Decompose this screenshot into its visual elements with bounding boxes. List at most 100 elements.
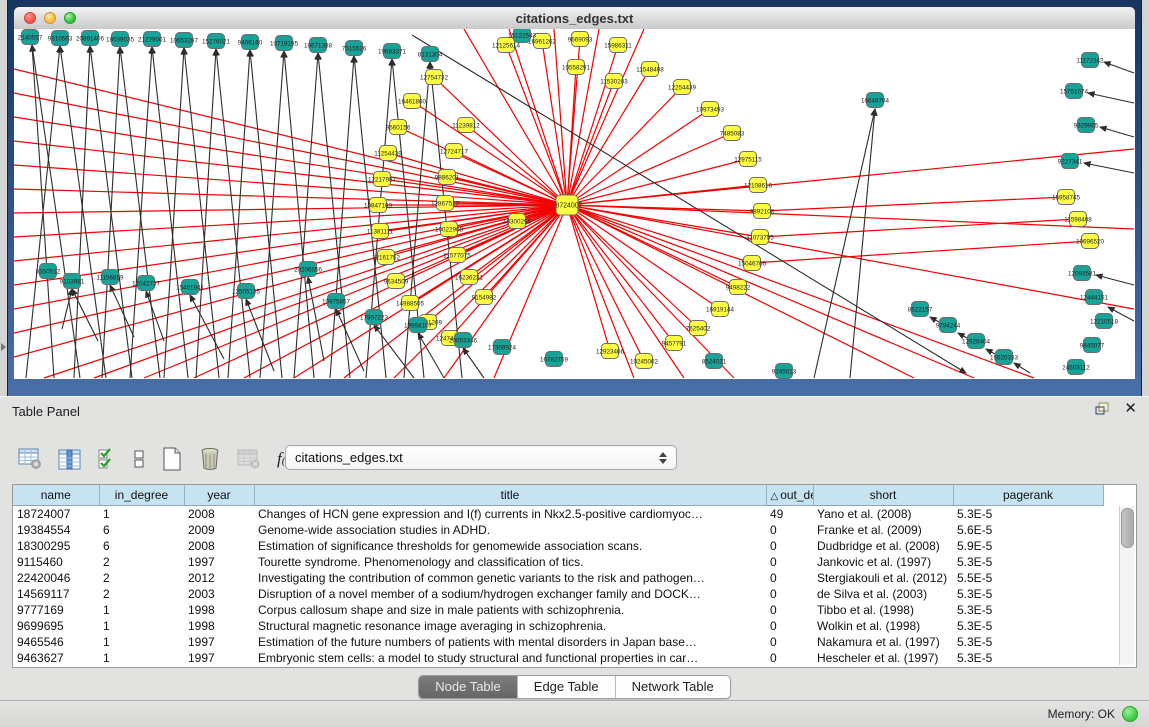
network-window-titlebar[interactable]: citations_edges.txt (14, 7, 1135, 30)
graph-node-label: 7485083 (720, 130, 745, 137)
close-panel-icon[interactable]: ✕ (1124, 402, 1137, 416)
graph-node-label: 16919144 (706, 306, 735, 313)
table-cell: 1 (99, 506, 184, 523)
column-header-name[interactable]: name (13, 485, 99, 506)
graph-node-label: 15958745 (1052, 194, 1081, 201)
graph-node-label: 12928404 (962, 338, 991, 345)
graph-node-label: 15046766 (738, 260, 767, 267)
column-header-short[interactable]: short (813, 485, 953, 506)
table-header-row[interactable]: namein_degreeyeartitle△out_de…shortpager… (13, 485, 1103, 506)
table-row[interactable]: 1456911722003Disruption of a novel membe… (13, 586, 1103, 602)
table-row[interactable]: 969969511998Structural magnetic resonanc… (13, 618, 1103, 634)
network-graph[interactable]: 1872400718300295127547321646186095601561… (14, 29, 1135, 379)
table-cell: 19384554 (13, 522, 99, 538)
table-toolbar: f(x) (18, 441, 294, 477)
column-header-in_degree[interactable]: in_degree (99, 485, 184, 506)
table-panel-title: Table Panel (12, 404, 80, 419)
table-cell: 5.5E-5 (953, 570, 1103, 586)
graph-node-label: 10847183 (364, 202, 393, 209)
tab-network-table[interactable]: Network Table (616, 676, 730, 698)
table-cell: Genome-wide association studies in ADHD. (254, 522, 766, 538)
graph-node-label: 19683371 (378, 48, 407, 55)
graph-node-label: 16648784 (861, 97, 890, 104)
row-height-icon[interactable] (133, 448, 145, 470)
table-cell: 1998 (184, 618, 254, 634)
table-cell: 2008 (184, 506, 254, 523)
graph-node-label: 11254439 (374, 150, 402, 157)
table-cell: 22420046 (13, 570, 99, 586)
node-table[interactable]: namein_degreeyeartitle△out_de…shortpager… (12, 484, 1137, 668)
table-row[interactable]: 946554611997Estimation of the future num… (13, 634, 1103, 650)
citation-edge-red (567, 205, 684, 378)
citation-edge-red (554, 29, 567, 205)
graph-node-label: 9310563 (48, 35, 73, 42)
table-row[interactable]: 2242004622012Investigating the contribut… (13, 570, 1103, 586)
table-cell: 1 (99, 650, 184, 666)
graph-node-label: 10245002 (630, 358, 659, 365)
table-row[interactable]: 1872400712008Changes of HCN gene express… (13, 506, 1103, 523)
delete-column-icon[interactable] (199, 447, 221, 471)
network-canvas[interactable]: 1872400718300295127547321646186095601561… (14, 29, 1135, 379)
graph-node-label: 15986311 (604, 42, 632, 49)
table-cell: 0 (766, 570, 813, 586)
citation-edge-red (14, 205, 567, 213)
network-window: citations_edges.txt 18724007183002951275… (8, 0, 1141, 396)
show-column-icon[interactable] (58, 449, 81, 470)
citation-edge-black (250, 50, 282, 378)
graph-node-label: 9892108 (750, 208, 775, 215)
citation-edge-black (1104, 62, 1134, 73)
table-cell: Estimation of significance thresholds fo… (254, 538, 766, 554)
graph-node-label: 12923466 (596, 348, 625, 355)
table-scrollbar-thumb[interactable] (1121, 508, 1134, 548)
table-row[interactable]: 977716911998Corpus callosum shape and si… (13, 602, 1103, 618)
memory-status-icon[interactable] (1122, 706, 1138, 722)
table-row[interactable]: 946362711997Embryonic stem cells: a mode… (13, 650, 1103, 666)
table-row[interactable]: 1830029562008Estimation of significance … (13, 538, 1103, 554)
panel-collapse-arrow-icon[interactable] (1, 343, 6, 351)
graph-node-label: 10719195 (270, 40, 299, 47)
close-window-icon[interactable] (24, 12, 36, 24)
graph-node-label: 9845077 (1080, 342, 1105, 349)
citation-edge-red (567, 205, 974, 378)
graph-node-label: 12217987 (368, 176, 397, 183)
table-cell: Disruption of a novel member of a sodium… (254, 586, 766, 602)
graph-node-label: 9227341 (1058, 158, 1083, 165)
table-cell: Tourette syndrome. Phenomenology and cla… (254, 554, 766, 570)
graph-node-label: 16520333 (990, 354, 1019, 361)
column-header-out_de[interactable]: △out_de… (766, 485, 813, 506)
citation-edge-red (14, 205, 567, 285)
new-column-icon[interactable] (161, 447, 183, 471)
graph-node-label: 20053346 (449, 337, 478, 344)
citation-edge-black (260, 51, 284, 378)
tab-node-table[interactable]: Node Table (419, 676, 518, 698)
column-header-year[interactable]: year (184, 485, 254, 506)
table-cell: 1997 (184, 554, 254, 570)
table-cell: 2 (99, 586, 184, 602)
table-cell: 1997 (184, 634, 254, 650)
citation-edge-red (752, 241, 1090, 263)
citation-edge-red (760, 219, 1078, 237)
tab-edge-table[interactable]: Edge Table (518, 676, 616, 698)
graph-node-label: 10558291 (562, 64, 591, 71)
table-cell: Stergiakouli et al. (2012) (813, 570, 953, 586)
graph-node-label: 9794244 (936, 322, 961, 329)
table-source-select[interactable]: citations_edges.txt (285, 445, 677, 470)
table-cell: 0 (766, 634, 813, 650)
graph-node-label: 20891406 (76, 35, 105, 42)
table-mode-icon[interactable] (18, 448, 42, 470)
table-cell: 9115460 (13, 554, 99, 570)
citation-edge-black (228, 50, 250, 378)
zoom-window-icon[interactable] (64, 12, 76, 24)
table-cell: 0 (766, 522, 813, 538)
table-row[interactable]: 911546021997Tourette syndrome. Phenomeno… (13, 554, 1103, 570)
column-header-title[interactable]: title (254, 485, 766, 506)
graph-node-label: 9154982 (472, 294, 497, 301)
table-scrollbar[interactable] (1119, 506, 1134, 665)
table-row[interactable]: 1938455462009Genome-wide association stu… (13, 522, 1103, 538)
citation-edge-red (567, 205, 1034, 378)
float-panel-icon[interactable] (1095, 402, 1110, 416)
table-cell: Structural magnetic resonance image aver… (254, 618, 766, 634)
minimize-window-icon[interactable] (44, 12, 56, 24)
select-columns-icon[interactable] (97, 448, 117, 470)
column-header-pagerank[interactable]: pagerank (953, 485, 1103, 506)
